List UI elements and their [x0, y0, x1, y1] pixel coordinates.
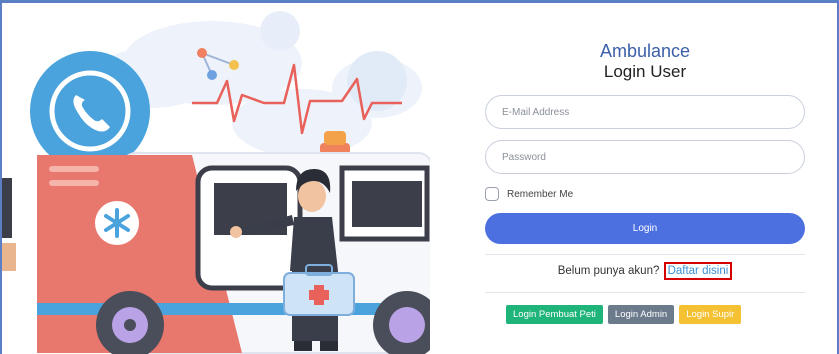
email-input[interactable]: [485, 95, 805, 129]
login-admin-button[interactable]: Login Admin: [607, 305, 675, 324]
first-aid-kit-icon: [283, 264, 355, 316]
siren-icon: [320, 131, 350, 155]
login-button[interactable]: Login: [485, 213, 805, 244]
login-pembuat-peti-button[interactable]: Login Pembuat Peti: [506, 305, 603, 324]
login-panel: Ambulance Login User Remember Me Login B…: [470, 3, 820, 354]
brand-title: Ambulance: [599, 41, 691, 61]
remember-me-label: Remember Me: [507, 188, 574, 200]
register-prompt: Belum punya akun? Daftar disini: [470, 262, 820, 280]
role-login-buttons: Login Pembuat Peti Login Admin Login Sup…: [506, 305, 742, 324]
medical-star-icon: [95, 201, 139, 245]
divider: [485, 292, 805, 293]
remember-me-option[interactable]: Remember Me: [485, 187, 573, 201]
password-input[interactable]: [485, 140, 805, 174]
register-link[interactable]: Daftar disini: [663, 262, 733, 280]
register-prompt-text: Belum punya akun?: [557, 265, 660, 277]
page-subtitle: Login User: [603, 62, 687, 81]
divider: [485, 254, 805, 255]
ambulance-vehicle: [37, 152, 430, 354]
remember-me-checkbox[interactable]: [485, 187, 499, 201]
ambulance-illustration: [2, 3, 430, 354]
login-supir-button[interactable]: Login Supir: [679, 305, 742, 324]
